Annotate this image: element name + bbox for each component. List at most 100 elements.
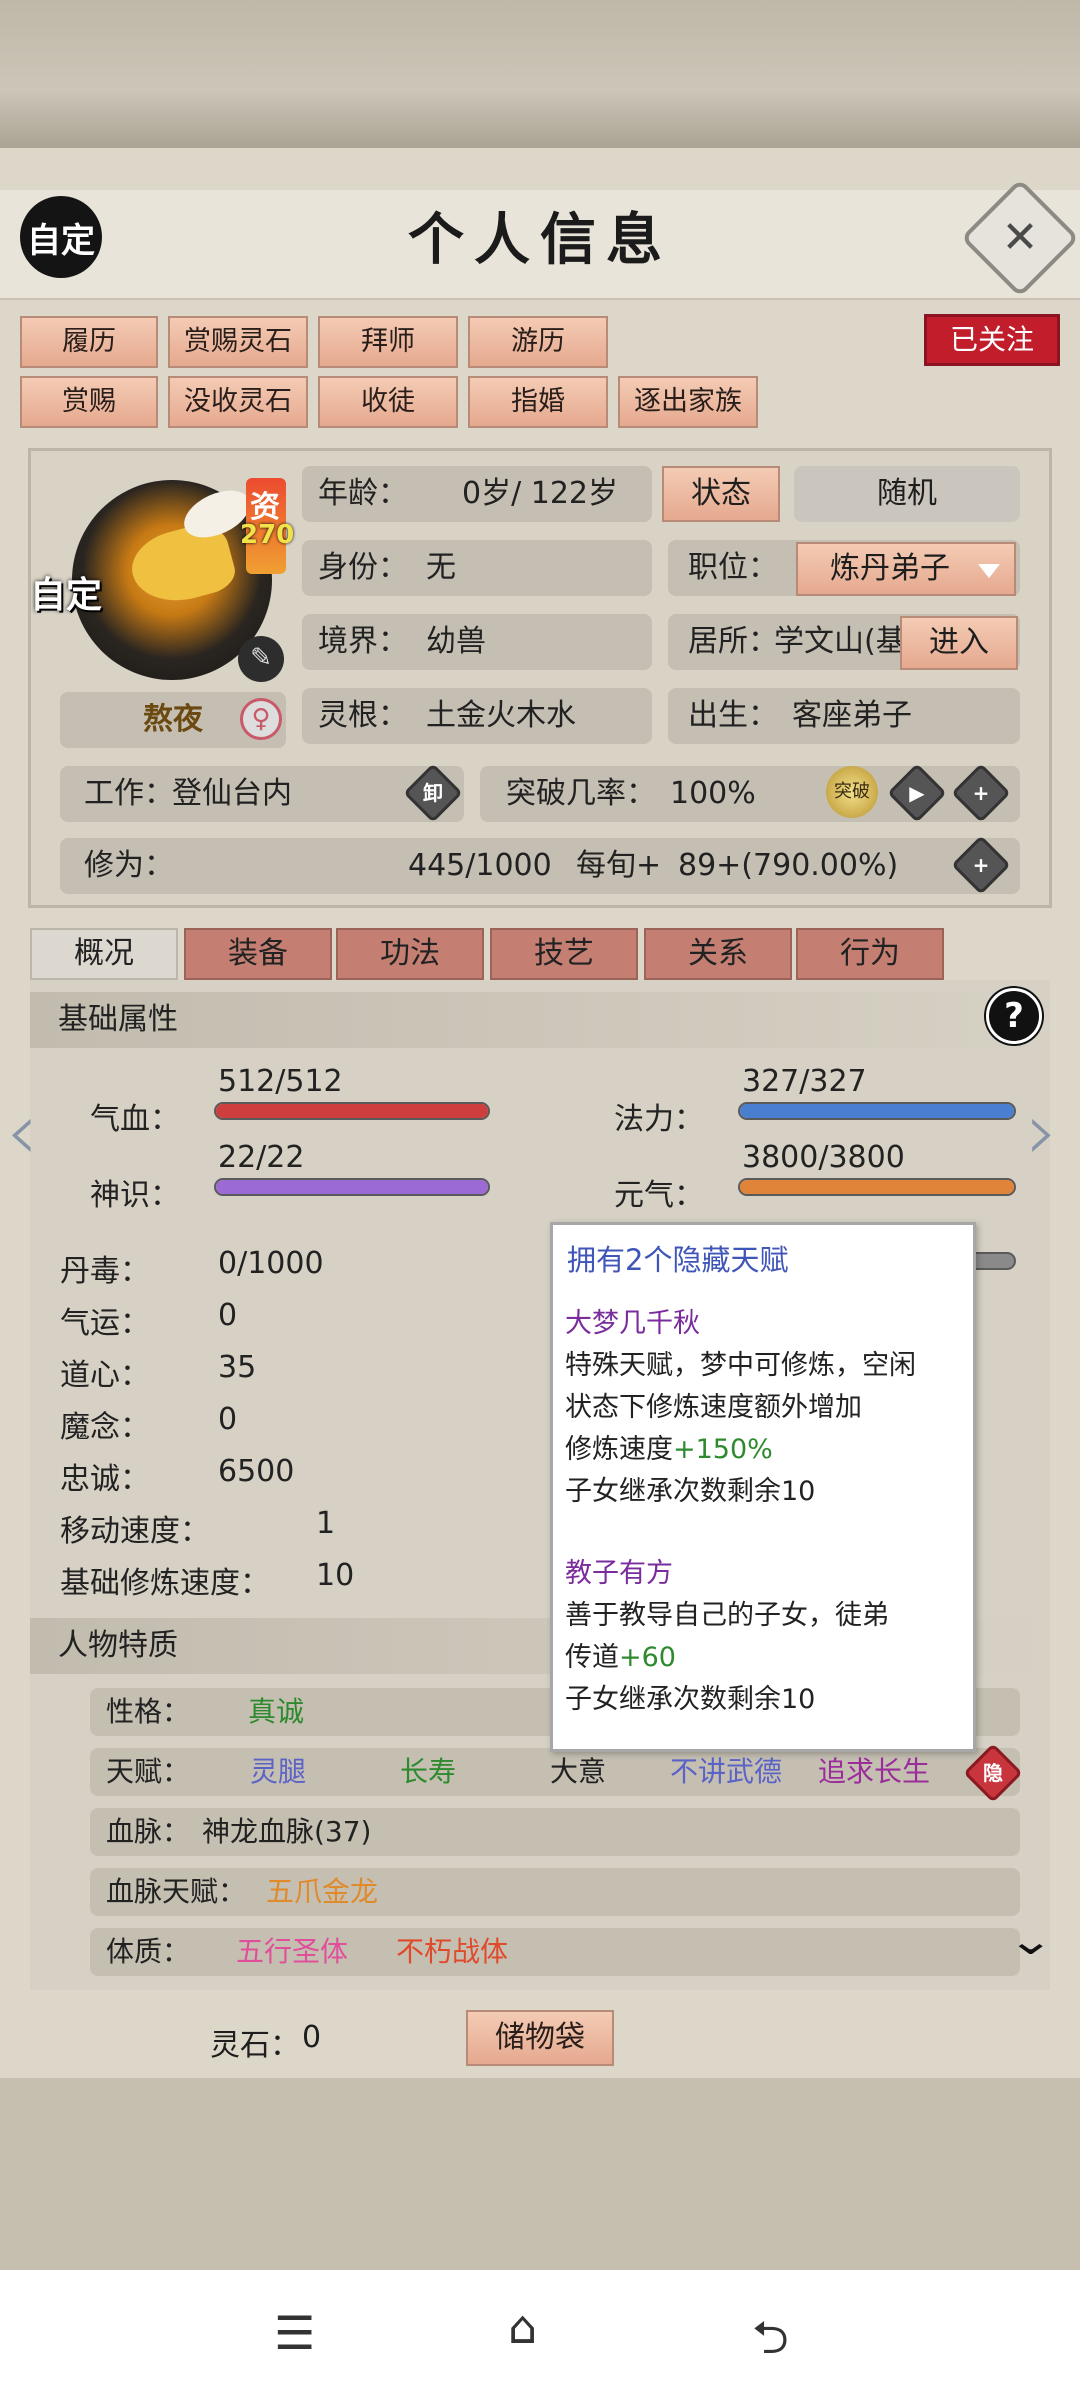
attr-row: 移动速度： 1	[60, 1506, 336, 1549]
sense-value: 22/22	[218, 1140, 305, 1175]
attr-row: 魔念： 0	[60, 1402, 238, 1445]
tab-relations[interactable]: 关系	[644, 928, 792, 980]
chevron-left-icon[interactable]: ‹	[6, 1092, 38, 1172]
sense-bar	[214, 1178, 490, 1196]
custom-badge-button[interactable]: 自定	[20, 196, 102, 278]
age-row: 年龄： 0岁/ 122岁	[302, 466, 652, 522]
tab-overview[interactable]: 概况	[30, 928, 178, 980]
talent-item[interactable]: 灵腿	[250, 1748, 306, 1796]
mana-bar-fill	[740, 1104, 1014, 1118]
tab-behavior[interactable]: 行为	[796, 928, 944, 980]
root-label: 灵根：	[318, 698, 408, 733]
talent-item[interactable]: 长寿	[400, 1748, 456, 1796]
work-label: 工作：	[84, 776, 174, 811]
talent-item[interactable]: 不讲武德	[670, 1748, 782, 1796]
residence-label: 居所：	[688, 624, 778, 659]
home-icon[interactable]: ⌂	[508, 2300, 537, 2354]
physique-item[interactable]: 不朽战体	[396, 1928, 508, 1976]
quality-value: 270	[240, 520, 295, 550]
talent-label: 天赋：	[106, 1755, 191, 1788]
page-title: 个人信息	[408, 207, 672, 273]
bloodline-row: 血脉： 神龙血脉(37)	[90, 1808, 1020, 1856]
close-icon: ✕	[1001, 212, 1039, 263]
bottom-area	[0, 2078, 1080, 2270]
personality-value: 真诚	[248, 1695, 305, 1728]
attr-row: 道心： 35	[60, 1350, 257, 1393]
talent-item[interactable]: 追求长生	[818, 1748, 930, 1796]
realm-label: 境界：	[318, 624, 408, 659]
random-button[interactable]: 随机	[794, 466, 1020, 522]
state-button[interactable]: 状态	[662, 466, 780, 522]
qi-value: 3800/3800	[742, 1140, 905, 1175]
hp-bar	[214, 1102, 490, 1120]
take-disciple-button[interactable]: 收徒	[318, 376, 458, 428]
hp-bar-fill	[216, 1104, 488, 1118]
age-value: 0岁/ 122岁	[462, 476, 618, 511]
talent-row: 天赋： 灵腿 长寿 大意 不讲武德 追求长生	[90, 1748, 1020, 1796]
storage-bag-button[interactable]: 储物袋	[466, 2010, 614, 2066]
confiscate-stone-button[interactable]: 没收灵石	[168, 376, 308, 428]
cultivation-per-value: 89+(790.00%)	[678, 848, 899, 883]
residence-value: 学文山(基	[774, 624, 906, 659]
hp-label: 气血：	[90, 1102, 180, 1137]
back-icon[interactable]: ⮌	[752, 2304, 789, 2382]
system-nav-bar	[0, 2270, 1080, 2400]
arrange-marriage-button[interactable]: 指婚	[468, 376, 608, 428]
qi-bar-fill	[740, 1180, 1014, 1194]
top-background	[0, 0, 1080, 150]
physique-item[interactable]: 五行圣体	[236, 1928, 348, 1976]
bloodline-talent-value[interactable]: 五爪金龙	[266, 1868, 378, 1916]
tab-skills[interactable]: 功法	[336, 928, 484, 980]
help-icon[interactable]: ?	[986, 988, 1042, 1044]
enter-button[interactable]: 进入	[900, 616, 1018, 670]
attr-row: 丹毒： 0/1000	[60, 1246, 324, 1289]
chevron-down-icon	[978, 564, 1000, 578]
break-label: 突破几率：	[506, 776, 656, 811]
expel-button[interactable]: 逐出家族	[618, 376, 758, 428]
chevron-right-icon[interactable]: ›	[1026, 1092, 1058, 1172]
attr-row: 气运： 0	[60, 1298, 238, 1341]
tooltip-line: 子女继承次数剩余10	[565, 1684, 816, 1715]
tooltip-line: 状态下修炼速度额外增加	[565, 1392, 862, 1423]
work-value: 登仙台内	[172, 776, 292, 811]
job-select[interactable]: 炼丹弟子	[796, 542, 1016, 596]
bloodline-talent-row: 血脉天赋： 五爪金龙	[90, 1868, 1020, 1916]
mana-bar	[738, 1102, 1016, 1120]
root-row: 灵根： 土金火木水	[302, 688, 652, 744]
job-value: 炼丹弟子	[830, 551, 950, 586]
tooltip-line: 善于教导自己的子女，徒弟	[565, 1600, 889, 1631]
resume-button[interactable]: 履历	[20, 316, 158, 368]
tooltip-line: 特殊天赋，梦中可修炼，空闲	[565, 1350, 916, 1381]
reward-stone-button[interactable]: 赏赐灵石	[168, 316, 308, 368]
hp-value: 512/512	[218, 1064, 343, 1099]
menu-icon[interactable]: ☰	[274, 2306, 315, 2360]
physique-row: 体质： 五行圣体 不朽战体	[90, 1928, 1020, 1976]
hidden-talent-tooltip: 拥有2个隐藏天赋 大梦几千秋 特殊天赋，梦中可修炼，空闲 状态下修炼速度额外增加…	[550, 1222, 976, 1752]
reward-button[interactable]: 赏赐	[20, 376, 158, 428]
age-label: 年龄：	[318, 476, 408, 511]
travel-button[interactable]: 游历	[468, 316, 608, 368]
tooltip-line: 子女继承次数剩余10	[565, 1476, 816, 1507]
apprentice-button[interactable]: 拜师	[318, 316, 458, 368]
identity-label: 身份：	[318, 550, 408, 585]
talent-item[interactable]: 大意	[550, 1748, 606, 1796]
tab-equipment[interactable]: 装备	[184, 928, 332, 980]
tooltip-talent-name: 教子有方	[565, 1558, 673, 1589]
tooltip-talent-name: 大梦几千秋	[565, 1308, 700, 1339]
personality-label: 性格：	[106, 1695, 191, 1728]
tab-arts[interactable]: 技艺	[490, 928, 638, 980]
bloodline-label: 血脉：	[106, 1815, 191, 1848]
identity-value: 无	[426, 550, 456, 585]
birth-value: 客座弟子	[792, 698, 912, 733]
birth-row: 出生： 客座弟子	[668, 688, 1020, 744]
realm-value: 幼兽	[426, 624, 486, 659]
pencil-icon[interactable]: ✎	[238, 636, 284, 682]
cultivation-per-label: 每旬+	[576, 848, 662, 883]
breakthrough-icon[interactable]: 突破	[826, 766, 878, 818]
tooltip-title: 拥有2个隐藏天赋	[567, 1243, 789, 1277]
chevron-down-icon[interactable]: ⌄	[1007, 1918, 1054, 1964]
follow-button[interactable]: 已关注	[924, 314, 1060, 366]
tooltip-line: 修炼速度+150%	[565, 1434, 773, 1465]
mana-label: 法力：	[614, 1102, 704, 1137]
physique-label: 体质：	[106, 1935, 191, 1968]
